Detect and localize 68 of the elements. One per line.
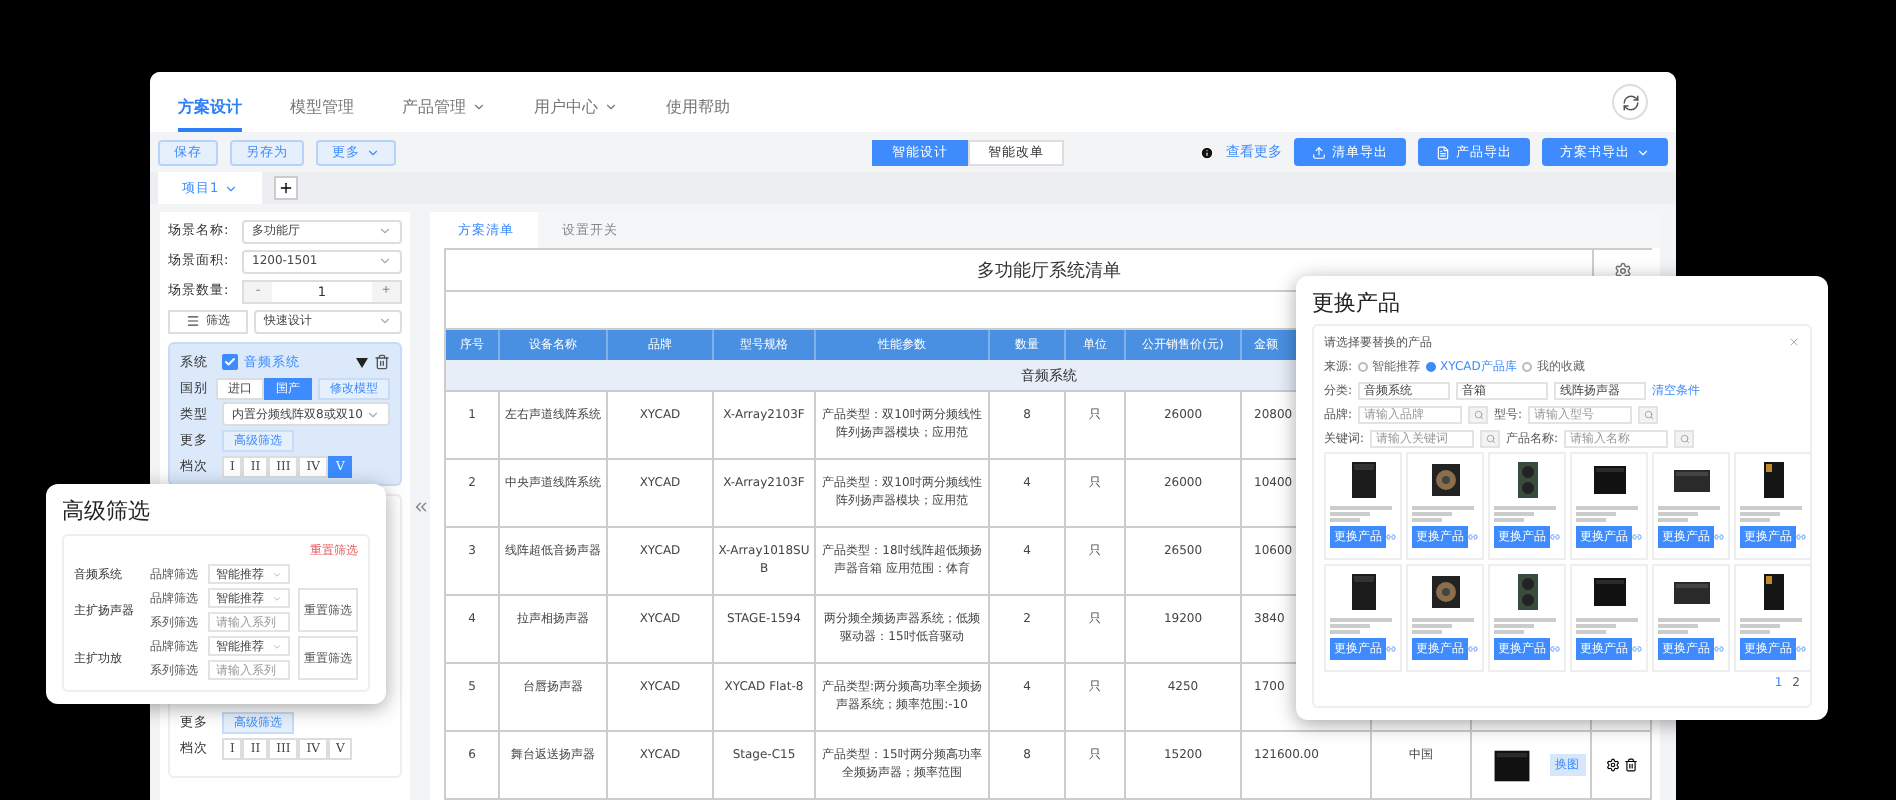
nav-tab[interactable]: 方案设计 — [178, 84, 242, 132]
link-icon[interactable] — [1714, 532, 1724, 542]
collapse-icon[interactable] — [411, 497, 429, 515]
settings-icon[interactable] — [1605, 758, 1619, 772]
product-description — [1330, 506, 1396, 522]
nav-tab[interactable]: 使用帮助 — [666, 84, 730, 132]
search-icon — [1679, 433, 1690, 443]
link-icon[interactable] — [1550, 644, 1560, 654]
info-icon — [1200, 145, 1214, 159]
close-icon[interactable] — [1788, 336, 1800, 348]
search-icon — [1643, 409, 1654, 419]
chevron-down-icon — [378, 314, 392, 328]
menu-icon — [186, 314, 200, 328]
nav-tab[interactable]: 模型管理 — [290, 84, 354, 132]
link-icon[interactable] — [1714, 644, 1724, 654]
product-description — [1494, 618, 1560, 634]
product-description — [1412, 618, 1478, 634]
document-icon — [1436, 145, 1450, 159]
upload-icon — [1312, 145, 1326, 159]
chevron-down-icon — [224, 181, 239, 195]
table-title: 多功能厅系统清单 — [977, 259, 1121, 283]
product-description — [1494, 506, 1560, 522]
search-button[interactable] — [1674, 429, 1695, 447]
nav-tab[interactable]: 产品管理 — [402, 84, 486, 132]
search-icon — [1485, 433, 1496, 443]
dialog-title: 高级筛选 — [62, 496, 150, 526]
link-icon[interactable] — [1386, 532, 1396, 542]
search-button[interactable] — [1480, 429, 1501, 447]
search-button[interactable] — [1638, 405, 1659, 423]
chevron-down-icon — [378, 224, 392, 238]
add-button[interactable] — [274, 176, 299, 200]
link-icon[interactable] — [1796, 644, 1806, 654]
link-icon[interactable] — [1632, 644, 1642, 654]
caret-icon[interactable] — [356, 357, 368, 367]
chevron-down-icon — [366, 145, 380, 159]
delete-icon[interactable] — [374, 354, 390, 370]
link-icon[interactable] — [1632, 532, 1642, 542]
checkbox[interactable] — [222, 354, 238, 370]
link-icon[interactable] — [1468, 644, 1478, 654]
link-icon[interactable] — [1386, 644, 1396, 654]
chevron-down-icon — [272, 641, 282, 651]
refresh-icon — [1621, 93, 1639, 111]
search-button[interactable] — [1468, 405, 1489, 423]
chevron-down-icon — [604, 99, 618, 113]
nav-tab[interactable]: 用户中心 — [534, 84, 618, 132]
plus-icon — [278, 180, 295, 196]
product-description — [1412, 506, 1478, 522]
chevron-down-icon — [272, 593, 282, 603]
check-icon — [224, 356, 236, 368]
chevron-down-icon — [378, 254, 392, 268]
dialog-title: 更换产品 — [1312, 288, 1400, 318]
chevron-down-icon — [272, 569, 282, 579]
link-icon[interactable] — [1468, 532, 1478, 542]
chevron-down-icon — [366, 407, 380, 421]
delete-icon[interactable] — [1623, 758, 1637, 772]
refresh-button[interactable] — [1612, 84, 1648, 120]
link-icon[interactable] — [1550, 532, 1560, 542]
product-description — [1658, 506, 1724, 522]
product-description — [1740, 618, 1806, 634]
chevron-down-icon — [472, 99, 486, 113]
product-description — [1330, 618, 1396, 634]
link-icon[interactable] — [1796, 532, 1806, 542]
product-description — [1658, 618, 1724, 634]
product-description — [1576, 618, 1642, 634]
chevron-down-icon — [1636, 145, 1650, 159]
product-description — [1740, 506, 1806, 522]
search-icon — [1473, 409, 1484, 419]
product-description — [1576, 506, 1642, 522]
